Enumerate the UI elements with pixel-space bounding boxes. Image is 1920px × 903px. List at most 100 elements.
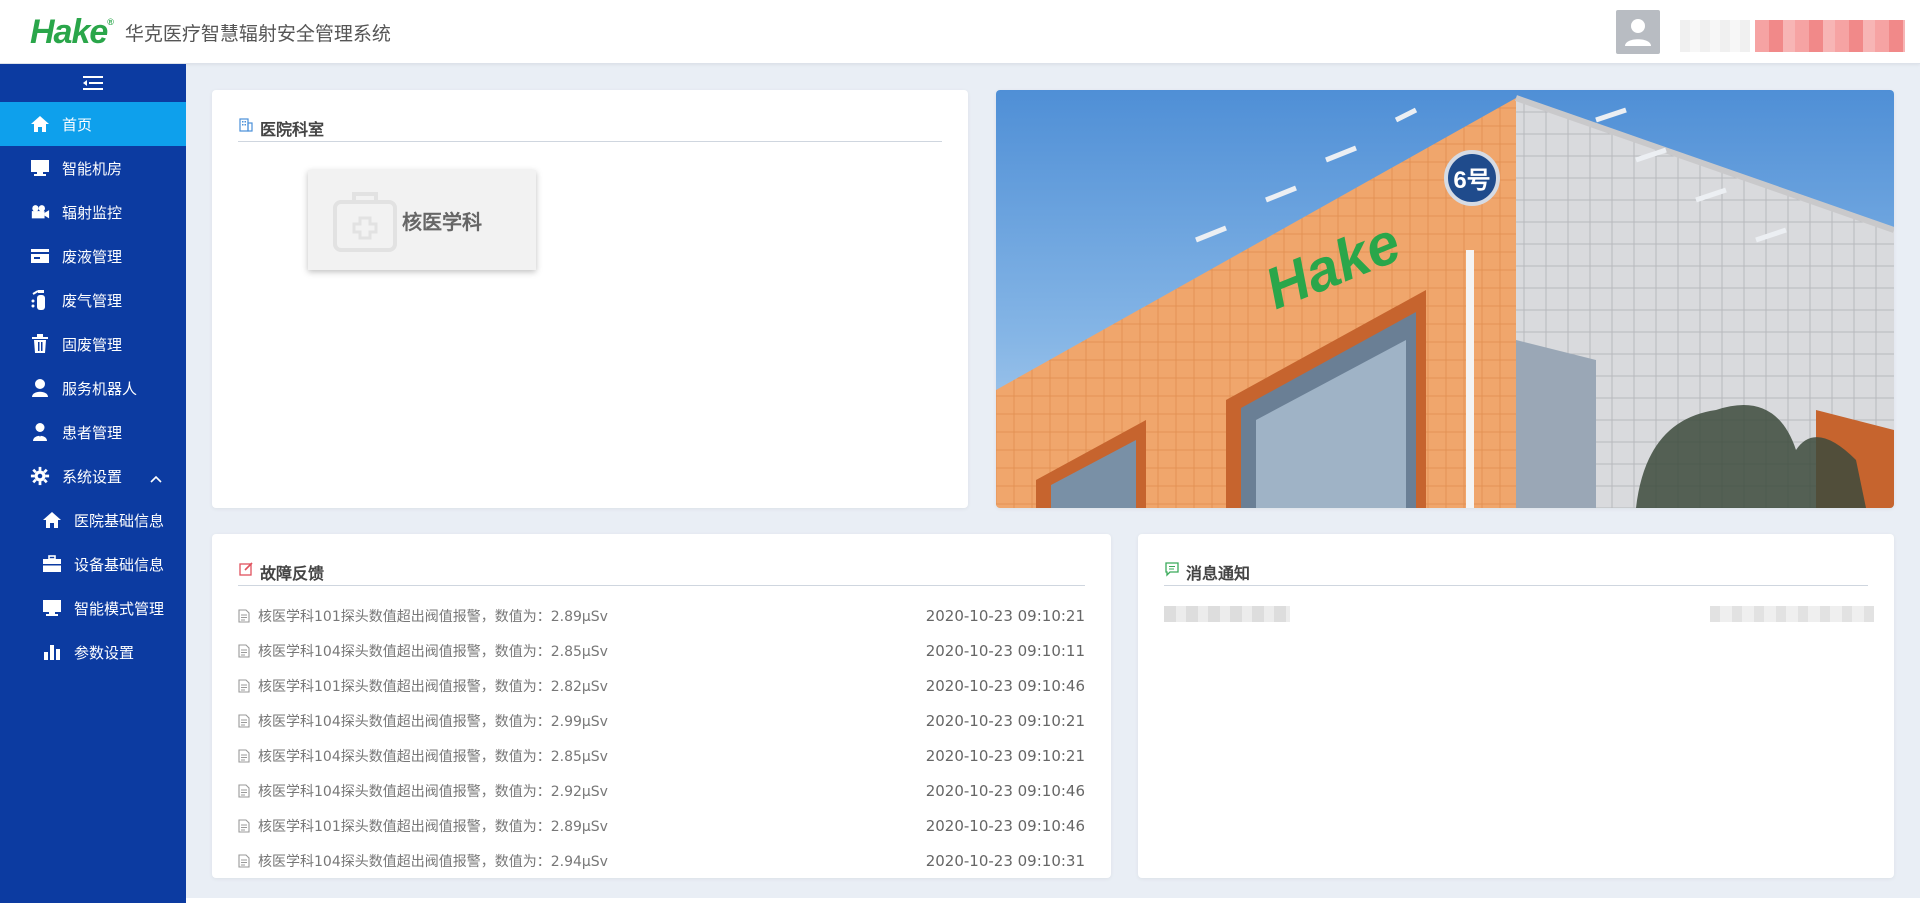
sidebar-item-service-robot[interactable]: 服务机器人	[0, 366, 186, 410]
list-item[interactable]: 核医学科101探头数值超出阀值报警，数值为：2.89μSv 2020-10-23…	[238, 598, 1085, 633]
panel-title: 消息通知	[1164, 560, 1868, 586]
fault-list: 核医学科101探头数值超出阀值报警，数值为：2.89μSv 2020-10-23…	[238, 598, 1085, 878]
avatar-person-icon	[1625, 19, 1651, 46]
bar-chart-icon	[42, 642, 62, 662]
building-number: 6号	[1453, 167, 1490, 194]
user-name-redacted[interactable]	[1680, 20, 1905, 52]
document-icon	[238, 643, 252, 658]
camera-icon	[30, 202, 50, 222]
fault-time: 2020-10-23 09:10:46	[925, 676, 1085, 695]
trash-icon	[30, 334, 50, 354]
document-icon	[238, 748, 252, 763]
sidebar-item-radiation-monitor[interactable]: 辐射监控	[0, 190, 186, 234]
medical-kit-icon	[332, 188, 398, 258]
sidebar-item-waste-liquid[interactable]: 废液管理	[0, 234, 186, 278]
fault-message: 核医学科101探头数值超出阀值报警，数值为：2.89μSv	[258, 818, 608, 835]
fault-message: 核医学科101探头数值超出阀值报警，数值为：2.82μSv	[258, 678, 608, 695]
home-icon	[42, 510, 62, 530]
department-label: 核医学科	[402, 209, 482, 234]
monitor-icon	[30, 158, 50, 178]
building-image: Hake 6号	[996, 90, 1894, 508]
fault-message: 核医学科104探头数值超出阀值报警，数值为：2.85μSv	[258, 748, 608, 765]
sidebar-item-label: 医院基础信息	[74, 511, 165, 530]
fault-message: 核医学科101探头数值超出阀值报警，数值为：2.89μSv	[258, 608, 608, 625]
fire-extinguisher-icon	[30, 290, 50, 310]
sidebar-subitem-device-info[interactable]: 设备基础信息	[0, 542, 186, 586]
sidebar-item-label: 智能模式管理	[74, 599, 165, 618]
message-notice-panel: 消息通知	[1138, 534, 1894, 878]
panel-title: 故障反馈	[238, 560, 1085, 586]
gear-icon	[30, 466, 50, 486]
briefcase-icon	[42, 554, 62, 574]
sidebar-item-label: 废气管理	[62, 291, 123, 310]
sidebar-item-patient[interactable]: 患者管理	[0, 410, 186, 454]
notice-item-redacted[interactable]	[1164, 606, 1874, 622]
sidebar-item-label: 废液管理	[62, 247, 123, 266]
collapse-menu-button[interactable]	[0, 64, 186, 102]
redacted-block	[1710, 606, 1874, 622]
redacted-block	[1755, 20, 1905, 52]
home-icon	[30, 114, 50, 134]
sidebar-item-system-settings[interactable]: 系统设置	[0, 454, 186, 498]
fault-time: 2020-10-23 09:10:46	[925, 781, 1085, 800]
sidebar-item-solid-waste[interactable]: 固废管理	[0, 322, 186, 366]
system-title: 华克医疗智慧辐射安全管理系统	[124, 22, 391, 45]
building-icon	[238, 117, 254, 133]
list-item[interactable]: 核医学科101探头数值超出阀值报警，数值为：2.82μSv 2020-10-23…	[238, 668, 1085, 703]
list-item[interactable]: 核医学科104探头数值超出阀值报警，数值为：2.85μSv 2020-10-23…	[238, 738, 1085, 773]
chevron-up-icon	[150, 469, 162, 487]
sidebar-item-label: 系统设置	[62, 467, 123, 486]
edit-icon	[238, 561, 254, 577]
department-tile-nuclear-medicine[interactable]: 核医学科	[308, 170, 536, 270]
top-header: Hake® 华克医疗智慧辐射安全管理系统	[0, 0, 1920, 64]
document-icon	[238, 818, 252, 833]
list-item[interactable]: 核医学科104探头数值超出阀值报警，数值为：2.85μSv 2020-10-23…	[238, 633, 1085, 668]
person-icon	[30, 422, 50, 442]
sidebar-subitem-params[interactable]: 参数设置	[0, 630, 186, 674]
sidebar-item-label: 辐射监控	[62, 203, 123, 222]
sidebar-subitem-hospital-info[interactable]: 医院基础信息	[0, 498, 186, 542]
fault-time: 2020-10-23 09:10:21	[925, 711, 1085, 730]
fault-time: 2020-10-23 09:10:46	[925, 816, 1085, 835]
sidebar-item-label: 服务机器人	[62, 379, 138, 398]
message-icon	[1164, 561, 1180, 577]
list-item[interactable]: 核医学科104探头数值超出阀值报警，数值为：2.92μSv 2020-10-23…	[238, 773, 1085, 808]
sidebar-item-label: 首页	[62, 115, 93, 134]
menu-collapse-icon	[83, 76, 103, 90]
sidebar-item-smart-room[interactable]: 智能机房	[0, 146, 186, 190]
list-item[interactable]: 核医学科104探头数值超出阀值报警，数值为：2.99μSv 2020-10-23…	[238, 703, 1085, 738]
fault-time: 2020-10-23 09:10:21	[925, 606, 1085, 625]
bottom-edge	[186, 898, 1920, 903]
document-icon	[238, 853, 252, 868]
list-item[interactable]: 核医学科104探头数值超出阀值报警，数值为：2.94μSv 2020-10-23…	[238, 843, 1085, 878]
fault-message: 核医学科104探头数值超出阀值报警，数值为：2.92μSv	[258, 783, 608, 800]
fault-time: 2020-10-23 09:10:21	[925, 746, 1085, 765]
fault-feedback-panel: 故障反馈 核医学科101探头数值超出阀值报警，数值为：2.89μSv 2020-…	[212, 534, 1111, 878]
user-avatar[interactable]	[1616, 10, 1660, 54]
panel-title: 医院科室	[238, 116, 942, 142]
list-item[interactable]: 核医学科101探头数值超出阀值报警，数值为：2.89μSv 2020-10-23…	[238, 808, 1085, 843]
sidebar-item-waste-gas[interactable]: 废气管理	[0, 278, 186, 322]
sidebar-item-home[interactable]: 首页	[0, 102, 186, 146]
fault-message: 核医学科104探头数值超出阀值报警，数值为：2.94μSv	[258, 853, 608, 870]
fault-time: 2020-10-23 09:10:11	[925, 641, 1085, 660]
document-icon	[238, 713, 252, 728]
monitor-icon	[42, 598, 62, 618]
document-icon	[238, 783, 252, 798]
hospital-department-panel: 医院科室 核医学科	[212, 90, 968, 508]
brand[interactable]: Hake® 华克医疗智慧辐射安全管理系统	[30, 12, 391, 52]
sidebar-item-label: 患者管理	[62, 423, 123, 442]
hake-logo: Hake®	[30, 12, 114, 51]
card-icon	[30, 246, 50, 266]
company-building-photo: Hake 6号	[996, 90, 1894, 508]
redacted-block	[1680, 20, 1750, 52]
user-icon	[30, 378, 50, 398]
sidebar-subitem-smart-mode[interactable]: 智能模式管理	[0, 586, 186, 630]
sidebar-item-label: 固废管理	[62, 335, 123, 354]
sidebar-item-label: 智能机房	[62, 159, 123, 178]
fault-time: 2020-10-23 09:10:31	[925, 851, 1085, 870]
redacted-block	[1164, 606, 1290, 622]
document-icon	[238, 678, 252, 693]
sidebar: 首页 智能机房 辐射监控 废液管理 废气管理 固废管理 服务机器人 患者管理 系…	[0, 64, 186, 903]
sidebar-item-label: 设备基础信息	[74, 555, 165, 574]
